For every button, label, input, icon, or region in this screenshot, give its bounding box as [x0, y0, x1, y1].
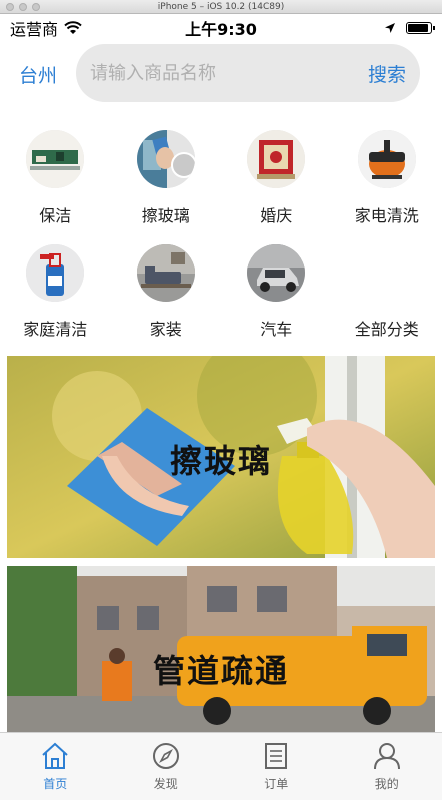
category-home-cleaning[interactable]: 家庭清洁: [0, 244, 111, 358]
category-window-cleaning[interactable]: 擦玻璃: [111, 130, 222, 244]
tab-label: 订单: [264, 777, 289, 791]
tab-home[interactable]: 首页: [0, 733, 111, 800]
search-row: 台州 搜索: [0, 42, 442, 106]
category-appliance-cleaning[interactable]: 家电清洗: [332, 130, 442, 244]
tab-profile[interactable]: 我的: [332, 733, 442, 800]
tab-label: 发现: [153, 777, 178, 791]
home-icon: [42, 742, 68, 769]
banner-pipe-dredging[interactable]: 管道疏通: [7, 566, 435, 734]
window-cleaning-icon: [136, 130, 195, 188]
battery-icon: [406, 22, 435, 34]
category-cleaning[interactable]: 保洁: [0, 130, 111, 244]
category-label: 家电清洗: [354, 206, 419, 225]
category-grid: 保洁 擦玻璃 婚庆 家电清洗 家庭清洁 家装 汽车 全部分类: [0, 130, 442, 358]
category-label: 汽车: [260, 320, 293, 339]
wifi-icon: [64, 21, 82, 34]
category-label: 家装: [149, 320, 182, 339]
location-arrow-icon: [385, 23, 395, 33]
window-controls[interactable]: [6, 3, 40, 11]
category-decoration[interactable]: 家装: [111, 244, 222, 358]
category-label: 保洁: [39, 206, 72, 225]
user-icon: [373, 743, 400, 770]
tab-label: 首页: [43, 777, 68, 791]
wedding-icon: [247, 130, 306, 188]
banner-title: 管道疏通: [152, 652, 289, 690]
window-title: iPhone 5 – iOS 10.2 (14C89): [157, 1, 285, 12]
category-wedding[interactable]: 婚庆: [221, 130, 332, 244]
decoration-icon: [136, 244, 195, 302]
category-car[interactable]: 汽车: [221, 244, 332, 358]
category-label: 家庭清洁: [23, 320, 88, 339]
appliance-cleaning-icon: [357, 130, 416, 188]
tab-discover[interactable]: 发现: [111, 733, 222, 800]
simulator-title-bar: iPhone 5 – iOS 10.2 (14C89): [0, 0, 442, 14]
search-box: 搜索: [76, 44, 420, 102]
tab-label: 我的: [374, 777, 399, 791]
cleaning-icon: [26, 130, 85, 188]
all-categories-icon: [358, 244, 416, 302]
home-cleaning-icon: [26, 244, 85, 302]
banner-window-cleaning[interactable]: 擦玻璃: [7, 356, 435, 558]
compass-icon: [152, 743, 179, 769]
tab-bar: 首页 发现 订单 我的: [0, 732, 442, 800]
status-bar: 运营商 上午9:30: [0, 14, 442, 42]
search-button[interactable]: 搜索: [368, 60, 406, 87]
carrier-label: 运营商: [10, 20, 59, 39]
car-icon: [247, 244, 306, 302]
category-label: 婚庆: [260, 206, 293, 225]
category-label: 全部分类: [354, 320, 419, 339]
order-icon: [265, 743, 288, 769]
banner-title: 擦玻璃: [169, 442, 272, 480]
tab-orders[interactable]: 订单: [221, 733, 332, 800]
category-label: 擦玻璃: [141, 206, 190, 225]
city-selector[interactable]: 台州: [0, 61, 76, 88]
category-all[interactable]: 全部分类: [332, 244, 442, 358]
search-input[interactable]: [90, 62, 368, 84]
